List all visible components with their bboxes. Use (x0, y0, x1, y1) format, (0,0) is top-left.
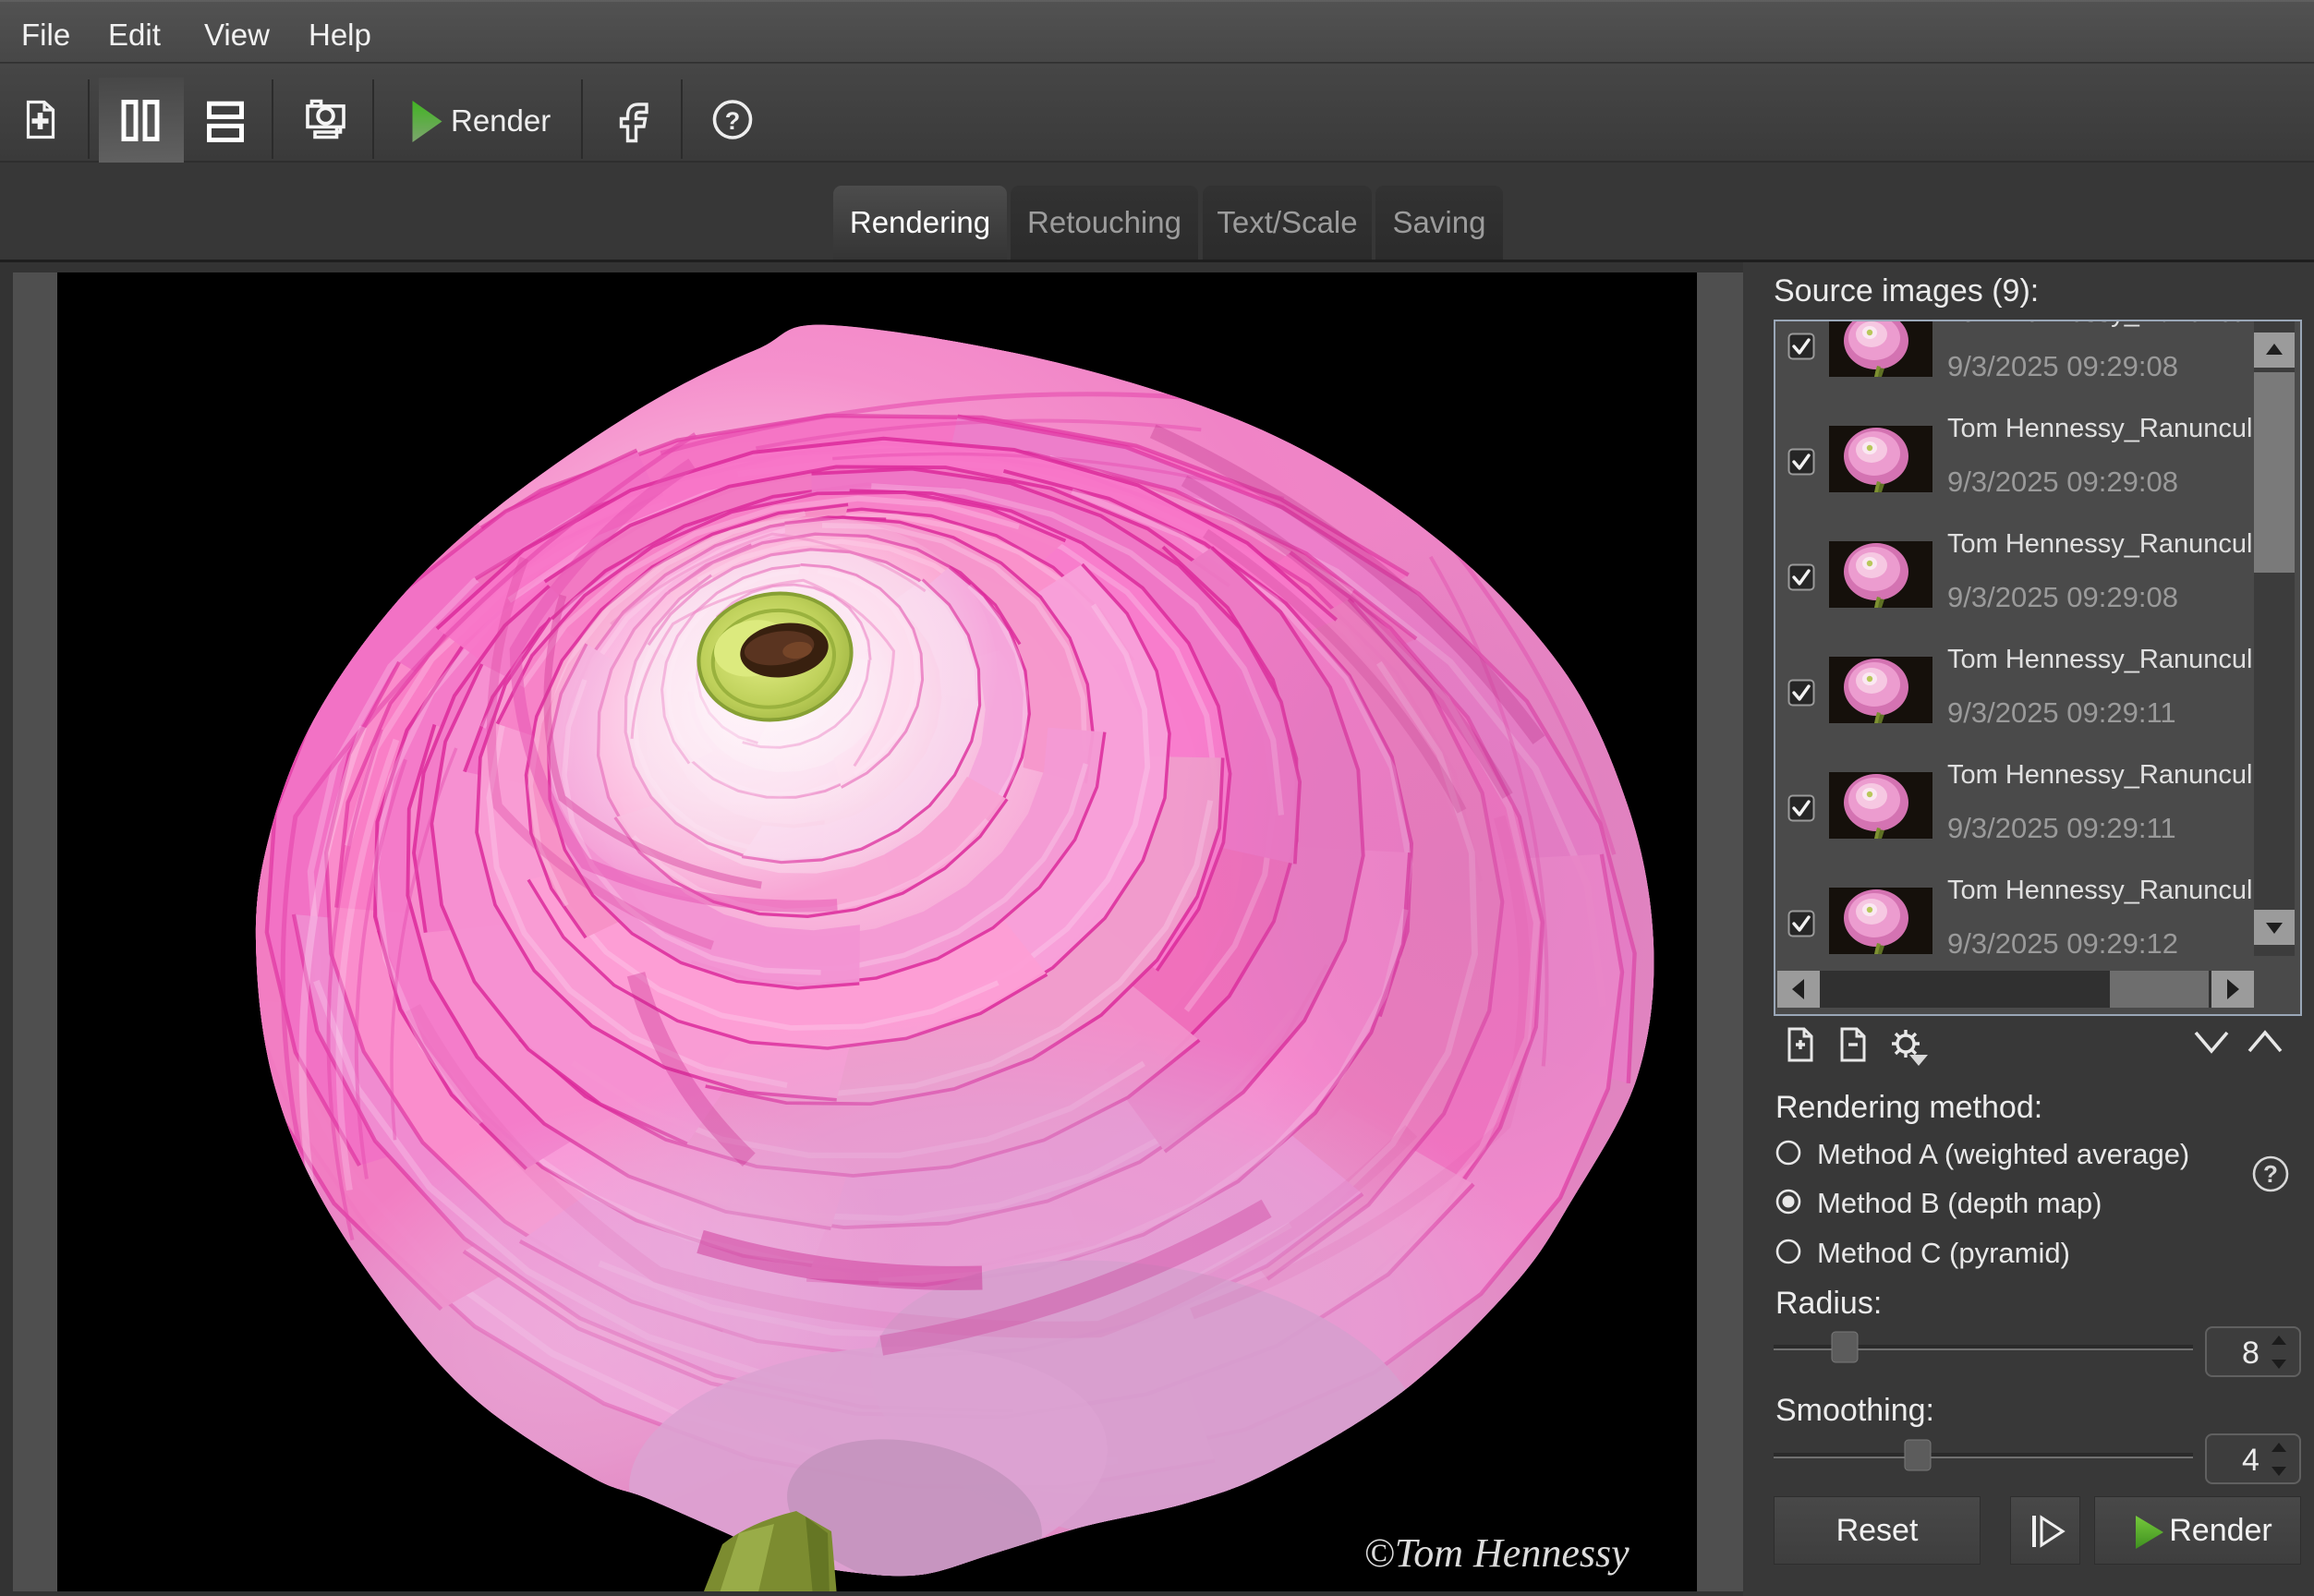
svg-text:?: ? (2263, 1160, 2278, 1188)
svg-text:©Tom Hennessy: ©Tom Hennessy (1363, 1530, 1629, 1576)
svg-text:?: ? (725, 107, 741, 135)
svg-text:Render: Render (451, 103, 551, 138)
